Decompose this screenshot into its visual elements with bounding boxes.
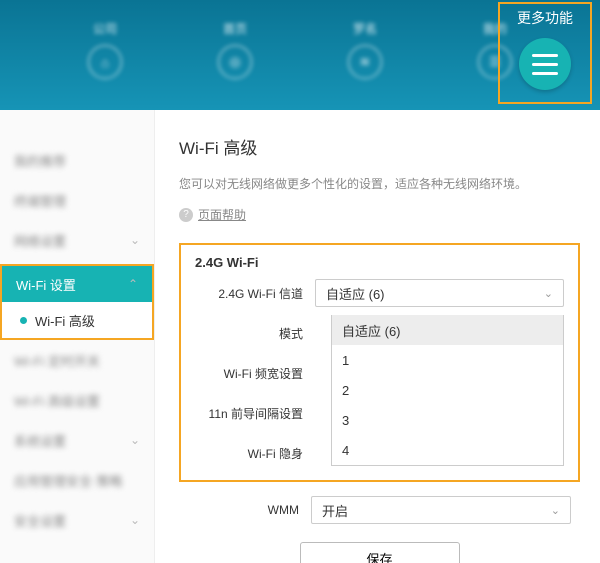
chevron-down-icon: ⌄ — [130, 433, 140, 447]
channel-select[interactable]: 自适应 (6)⌄ — [315, 279, 564, 307]
sidebar-subitem-wifi-advanced[interactable]: Wi-Fi 高级 — [2, 302, 152, 338]
channel-dropdown: 自适应 (6) 1 2 3 4 — [331, 315, 564, 466]
home-icon: ⌂ — [88, 45, 122, 79]
page-help[interactable]: ?页面帮助 — [179, 206, 580, 223]
question-icon: ? — [179, 208, 193, 222]
dropdown-option[interactable]: 1 — [332, 345, 563, 375]
dropdown-option[interactable]: 自适应 (6) — [332, 315, 563, 345]
dropdown-option[interactable]: 3 — [332, 405, 563, 435]
sidebar-item[interactable]: 应用管理安全·策略 — [0, 460, 154, 500]
sidebar-item-wifi-settings[interactable]: Wi-Fi 设置 — [2, 266, 152, 302]
wifi-settings-highlight: Wi-Fi 设置 Wi-Fi 高级 — [0, 264, 154, 340]
body-wrap: 我的推荐 终端管理 网络设置⌄ Wi-Fi 设置 Wi-Fi 高级 Wi-Fi … — [0, 110, 600, 563]
sidebar: 我的推荐 终端管理 网络设置⌄ Wi-Fi 设置 Wi-Fi 高级 Wi-Fi … — [0, 110, 155, 563]
chevron-down-icon: ⌄ — [130, 513, 140, 527]
chevron-down-icon: ⌄ — [551, 504, 560, 517]
section-title-24g: 2.4G Wi-Fi — [195, 255, 564, 270]
chevron-up-icon — [128, 277, 138, 291]
page-title: Wi-Fi 高级 — [179, 134, 580, 159]
main-content: Wi-Fi 高级 您可以对无线网络做更多个性化的设置，适应各种无线网络环境。 ?… — [155, 110, 600, 563]
chevron-down-icon: ⌄ — [130, 233, 140, 247]
wifi-icon: ≋ — [348, 45, 382, 79]
save-button[interactable]: 保存 — [300, 542, 460, 563]
dropdown-option[interactable]: 4 — [332, 435, 563, 465]
page-description: 您可以对无线网络做更多个性化的设置，适应各种无线网络环境。 — [179, 175, 580, 192]
sidebar-item[interactable]: 安全设置⌄ — [0, 500, 154, 540]
sidebar-item[interactable]: 网络设置⌄ — [0, 220, 154, 260]
sidebar-item[interactable]: 系统设置⌄ — [0, 420, 154, 460]
wmm-select[interactable]: 开启⌄ — [311, 496, 571, 524]
hamburger-icon[interactable] — [519, 38, 571, 90]
chevron-down-icon: ⌄ — [544, 287, 553, 300]
more-label: 更多功能 — [517, 8, 573, 28]
row-wmm: WMM 开启⌄ — [193, 496, 580, 524]
sidebar-item[interactable]: 我的推荐 — [0, 140, 154, 180]
more-functions-highlight: 更多功能 — [498, 2, 592, 104]
nav-item-3[interactable]: 罗名≋ — [348, 20, 382, 79]
row-channel: 2.4G Wi-Fi 信道 自适应 (6)⌄ — [195, 280, 564, 306]
nav-item-1[interactable]: 公司⌂ — [88, 20, 122, 79]
sidebar-item[interactable]: 终端管理 — [0, 180, 154, 220]
sidebar-item[interactable]: Wi-Fi 定时开关 — [0, 340, 154, 380]
target-icon: ◎ — [218, 45, 252, 79]
sidebar-item[interactable]: Wi-Fi 高级设置 — [0, 380, 154, 420]
dropdown-option[interactable]: 2 — [332, 375, 563, 405]
top-header: 公司⌂ 首页◎ 罗名≋ 我的☰ 更多功能 — [0, 0, 600, 110]
wifi-24g-section-highlight: 2.4G Wi-Fi 2.4G Wi-Fi 信道 自适应 (6)⌄ 自适应 (6… — [179, 243, 580, 482]
active-dot-icon — [20, 317, 27, 324]
nav-item-2[interactable]: 首页◎ — [218, 20, 252, 79]
